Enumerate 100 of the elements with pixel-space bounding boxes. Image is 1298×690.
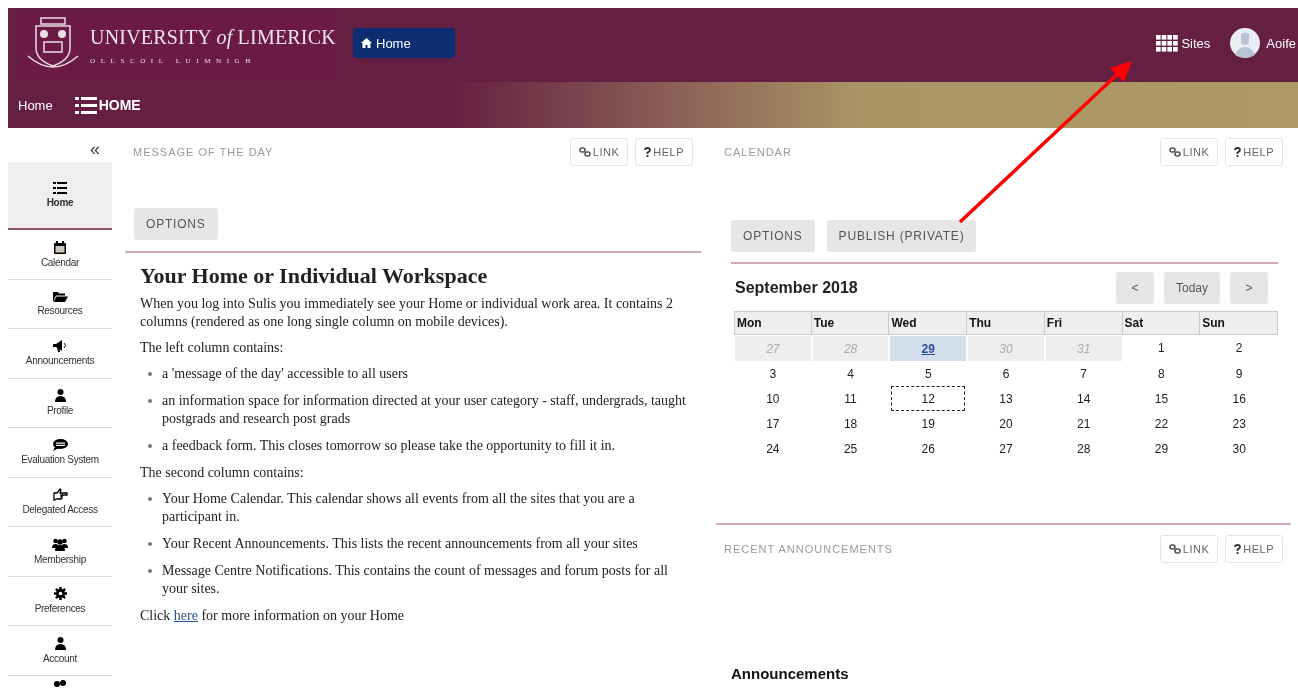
- sidebar-item[interactable]: Account: [8, 626, 112, 676]
- day-cell[interactable]: 17: [736, 411, 810, 436]
- day-cell[interactable]: 18: [813, 411, 888, 436]
- page-title: HOME: [98, 97, 141, 113]
- help-button[interactable]: HELP: [1225, 535, 1283, 563]
- options-button[interactable]: OPTIONS: [731, 220, 815, 252]
- link-icon: [578, 147, 591, 157]
- gear-icon: [53, 587, 67, 601]
- sidebar-item[interactable]: Membership: [8, 527, 112, 577]
- day-cell[interactable]: 11: [813, 386, 888, 411]
- day-cell[interactable]: 15: [1124, 386, 1199, 411]
- user-menu[interactable]: Aoife: [1230, 28, 1296, 58]
- weekday-header: Fri: [1044, 311, 1123, 335]
- day-cell[interactable]: 22: [1124, 411, 1199, 436]
- grid-icon: [1156, 34, 1179, 52]
- folder-icon: [52, 291, 68, 303]
- here-link[interactable]: here: [173, 608, 198, 623]
- portlet-title: CALENDAR: [724, 146, 792, 158]
- day-cell[interactable]: 14: [1046, 386, 1121, 411]
- collapse-button[interactable]: «: [90, 140, 100, 158]
- weekday-header: Sat: [1122, 311, 1201, 335]
- link-icon: [1168, 147, 1181, 157]
- day-cell[interactable]: 8: [1124, 361, 1199, 386]
- sidebar-item[interactable]: Delegated Access: [8, 477, 112, 527]
- house-icon: [361, 38, 372, 48]
- home-button[interactable]: Home: [353, 28, 455, 58]
- day-cell[interactable]: 20: [969, 411, 1043, 436]
- weekday-header: Thu: [967, 311, 1045, 335]
- calendar-icon: [54, 240, 66, 254]
- day-cell[interactable]: 6: [969, 361, 1043, 386]
- options-button[interactable]: OPTIONS: [134, 208, 218, 240]
- list-item: an information space for information directed at your user category - staff, undergrads, taught postgrads and research post grads: [144, 392, 690, 428]
- sidebar-item[interactable]: Calendar: [8, 230, 112, 280]
- day-cell[interactable]: 30: [1202, 436, 1276, 461]
- section-heading: Announcements: [731, 665, 850, 682]
- publish-button[interactable]: PUBLISH (PRIVATE): [826, 220, 977, 252]
- previous-button[interactable]: <: [1115, 272, 1154, 304]
- day-cell[interactable]: 7: [1046, 361, 1121, 386]
- list-item: Message Centre Notifications. This contains the count of messages and forum posts for all your sites.: [144, 562, 690, 598]
- question-icon: [1234, 147, 1242, 157]
- paragraph: When you log into Sulis you immediately see your Home or individual work area. It contains 2 columns (rendered as one long single column on mobile devices).: [140, 295, 675, 331]
- person-icon: [54, 389, 66, 403]
- day-cell[interactable]: 26: [891, 436, 966, 461]
- day-cell[interactable]: 28: [1046, 436, 1121, 461]
- question-icon: [644, 147, 652, 157]
- day-cell[interactable]: 13: [969, 386, 1043, 411]
- article-heading: Your Home or Individual Workspace: [140, 263, 489, 289]
- list-item: Your Home Calendar. This calendar shows all events from all the sites that you are a participant in.: [144, 490, 690, 526]
- weekday-header: Mon: [734, 311, 812, 335]
- day-cell[interactable]: 27: [969, 436, 1043, 461]
- day-cell[interactable]: 1: [1124, 335, 1199, 360]
- day-cell[interactable]: 3: [736, 361, 810, 386]
- day-cell[interactable]: 23: [1202, 411, 1276, 436]
- list-item: Your Recent Announcements. This lists the recent announcements from all your sites: [144, 535, 690, 553]
- avatar-icon: [1230, 28, 1261, 58]
- list-item: a 'message of the day' accessible to all users: [144, 365, 690, 383]
- day-cell[interactable]: 5: [891, 361, 966, 386]
- list-icon: [53, 182, 67, 194]
- person-icon: [54, 636, 66, 650]
- paragraph: The left column contains:: [140, 339, 285, 357]
- sidebar-item[interactable]: Profile: [8, 378, 112, 428]
- day-cell[interactable]: 24: [736, 436, 810, 461]
- pointing-hand-icon: [52, 488, 68, 502]
- weekday-header: Tue: [811, 311, 890, 335]
- day-cell[interactable]: 25: [813, 436, 888, 461]
- sites-button[interactable]: Sites: [1156, 34, 1211, 52]
- sidebar-item[interactable]: Resources: [8, 279, 112, 329]
- day-cell[interactable]: 2: [1202, 335, 1276, 360]
- university-name: UNIVERSITY of LIMERICK: [90, 25, 336, 49]
- breadcrumb-link[interactable]: Home: [18, 97, 53, 113]
- list-item: a feedback form. This closes tomorrow so please take the opportunity to fill it in.: [144, 437, 690, 455]
- day-cell[interactable]: 19: [891, 411, 966, 436]
- day-cell[interactable]: 10: [736, 386, 810, 411]
- sidebar-item[interactable]: Preferences: [8, 576, 112, 626]
- sidebar-item[interactable]: Announcements: [8, 329, 112, 379]
- link-button[interactable]: LINK: [1159, 138, 1219, 166]
- month-title: September 2018: [735, 279, 858, 297]
- link-button[interactable]: LINK: [569, 138, 629, 166]
- help-button[interactable]: HELP: [1225, 138, 1283, 166]
- link-icon: [1168, 544, 1181, 554]
- help-button[interactable]: HELP: [635, 138, 693, 166]
- day-cell[interactable]: 4: [813, 361, 888, 386]
- day-cell[interactable]: 29: [890, 336, 967, 361]
- day-cell[interactable]: 9: [1202, 361, 1276, 386]
- day-cell[interactable]: 29: [1124, 436, 1199, 461]
- portlet-title: RECENT ANNOUNCEMENTS: [724, 543, 893, 555]
- question-icon: [1234, 544, 1242, 554]
- portlet-title: MESSAGE OF THE DAY: [133, 146, 274, 158]
- day-cell[interactable]: 16: [1202, 386, 1276, 411]
- link-button[interactable]: LINK: [1159, 535, 1219, 563]
- sidebar-item[interactable]: Evaluation System: [8, 428, 112, 478]
- megaphone-icon: [53, 340, 67, 353]
- paragraph: Click here for more information on your Home: [140, 607, 405, 625]
- next-button[interactable]: >: [1230, 272, 1268, 304]
- paragraph: The second column contains:: [140, 464, 305, 482]
- today-button[interactable]: Today: [1163, 272, 1220, 304]
- sidebar-item[interactable]: Home: [8, 162, 112, 230]
- day-cell[interactable]: 21: [1046, 411, 1121, 436]
- weekday-header: Wed: [889, 311, 968, 335]
- day-cell[interactable]: 12: [891, 386, 966, 411]
